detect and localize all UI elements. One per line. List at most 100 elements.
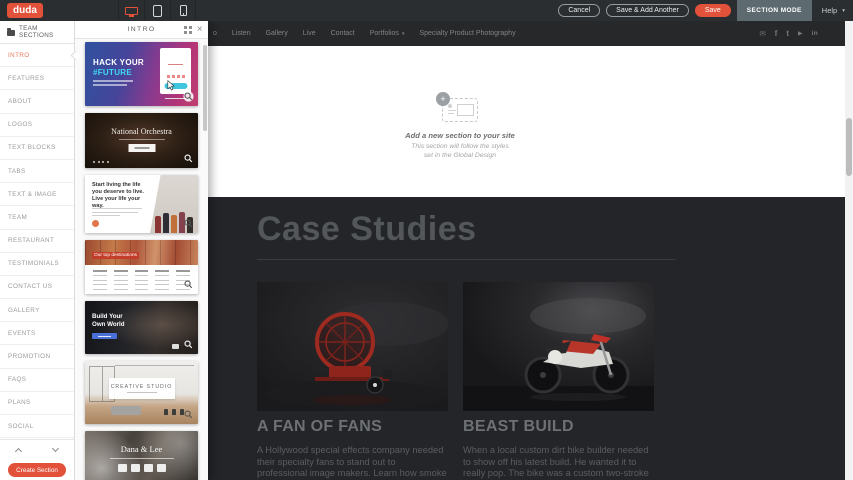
thumb-title: Dana & Lee [85, 444, 198, 454]
section-mode-badge: SECTION MODE [737, 0, 812, 21]
case-study-body: A Hollywood special effects company need… [257, 445, 448, 480]
sidebar-item-features[interactable]: FEATURES [0, 67, 74, 90]
case-studies-section: Case Studies [208, 197, 853, 480]
sidebar-item-restaurant[interactable]: RESTAURANT [0, 230, 74, 253]
text-placeholder [93, 80, 133, 82]
case-study-title: A FAN OF FANS [257, 418, 448, 436]
chevron-down-icon [52, 444, 59, 451]
desktop-view-button[interactable] [118, 0, 144, 21]
linkedin-icon[interactable]: in [812, 30, 818, 37]
nav-item-label: Portfolios [370, 30, 399, 37]
email-icon[interactable]: ✉ [759, 29, 765, 38]
sidebar-item-text-blocks[interactable]: TEXT BLOCKS [0, 137, 74, 160]
sidebar-pager [0, 439, 74, 459]
case-study-cards: A FAN OF FANS A Hollywood special effect… [257, 282, 853, 480]
sidebar-item-tabs[interactable]: TABS [0, 160, 74, 183]
sidebar-item-label: LOGOS [8, 121, 32, 128]
dirt-bike-photo [463, 282, 654, 411]
sidebar-item-plans[interactable]: PLANS [0, 392, 74, 415]
subtitle-placeholder [119, 139, 165, 140]
add-section-subtitle-line2: set in the Global Design [370, 152, 550, 161]
sidebar-item-text-image[interactable]: TEXT & IMAGE [0, 183, 74, 206]
sidebar-item-contact-us[interactable]: CONTACT US [0, 276, 74, 299]
save-add-another-button[interactable]: Save & Add Another [606, 4, 689, 17]
thumb-title: Build Your [92, 313, 123, 320]
sidebar-item-label: SOCIAL [8, 423, 34, 430]
nav-item-gallery[interactable]: Gallery [266, 30, 288, 37]
grid-view-icon[interactable] [184, 26, 192, 34]
sidebar-item-team[interactable]: TEAM [0, 206, 74, 229]
template-thumb-build-your-own-world[interactable]: Build Your Own World [85, 301, 198, 354]
add-section-title: Add a new section to your site [370, 131, 550, 140]
zoom-preview-icon[interactable] [183, 91, 194, 102]
add-section-placeholder[interactable]: + Add a new section to your site This se… [370, 98, 550, 160]
facebook-icon[interactable]: f [775, 29, 778, 38]
sidebar-item-testimonials[interactable]: TESTIMONIALS [0, 253, 74, 276]
sidebar-item-social[interactable]: SOCIAL [0, 415, 74, 438]
sketch-rect [457, 104, 474, 116]
sidebar-item-faqs[interactable]: FAQS [0, 369, 74, 392]
sidebar-header-label: TEAM SECTIONS [19, 25, 74, 39]
sidebar-item-label: INTRO [8, 52, 30, 59]
sidebar-header: TEAM SECTIONS [0, 21, 74, 44]
nav-item-contact[interactable]: Contact [331, 30, 355, 37]
zoom-preview-icon[interactable] [183, 409, 194, 420]
zoom-preview-icon[interactable] [183, 339, 194, 350]
section-heading: Case Studies [257, 210, 853, 249]
scroll-down-button[interactable] [37, 440, 74, 459]
site-preview: o Listen Gallery Live Contact Portfolios… [208, 21, 853, 480]
template-thumb-national-orchestra[interactable]: National Orchestra [85, 113, 198, 168]
tablet-icon [153, 5, 162, 17]
create-section-button[interactable]: Create Section [8, 463, 66, 477]
case-study-card-bike: BEAST BUILD When a local custom dirt bik… [463, 282, 654, 480]
help-menu[interactable]: Help ▾ [822, 6, 845, 15]
youtube-icon[interactable]: ▶ [798, 30, 803, 37]
zoom-preview-icon[interactable] [183, 218, 194, 229]
nav-item-listen[interactable]: Listen [232, 30, 251, 37]
countdown-boxes-sketch [118, 464, 166, 472]
mobile-icon [180, 5, 187, 16]
zoom-preview-icon[interactable] [183, 279, 194, 290]
sidebar-item-label: TEXT BLOCKS [8, 144, 56, 151]
close-icon[interactable]: × [197, 23, 204, 37]
sidebar-item-label: TESTIMONIALS [8, 260, 59, 267]
twitter-icon[interactable]: t [786, 29, 789, 38]
sidebar-item-label: PLANS [8, 399, 31, 406]
template-thumb-hack-your-future[interactable]: HACK YOUR #FUTURE [85, 42, 198, 106]
sidebar-item-logos[interactable]: LOGOS [0, 114, 74, 137]
desktop-icon [125, 7, 138, 15]
nav-item-portfolios[interactable]: Portfolios▾ [370, 30, 405, 37]
nav-item-partial[interactable]: o [213, 30, 217, 37]
nav-item-live[interactable]: Live [303, 30, 316, 37]
mouse-cursor-icon [167, 80, 176, 91]
sidebar-item-gallery[interactable]: GALLERY [0, 299, 74, 322]
sidebar-item-intro[interactable]: INTRO [0, 44, 74, 67]
mobile-view-button[interactable] [170, 0, 196, 21]
scroll-up-button[interactable] [0, 440, 37, 459]
sidebar-item-events[interactable]: EVENTS [0, 322, 74, 345]
save-button[interactable]: Save [695, 4, 731, 17]
zoom-preview-icon[interactable] [183, 153, 194, 164]
device-preview-switcher [118, 0, 196, 21]
sidebar-item-about[interactable]: ABOUT [0, 90, 74, 113]
slider-dots [93, 161, 109, 163]
nav-item-specialty-product-photography[interactable]: Specialty Product Photography [419, 30, 515, 37]
sidebar-item-promotion[interactable]: PROMOTION [0, 345, 74, 368]
duda-logo: duda [7, 3, 43, 18]
template-thumb-creative-studio[interactable]: CREATIVE STUDIO [85, 361, 198, 424]
sidebar-item-label: GALLERY [8, 307, 40, 314]
page-scrollbar-thumb[interactable] [846, 118, 852, 176]
panel-scrollbar[interactable] [203, 41, 207, 478]
page-scrollbar[interactable] [845, 21, 853, 480]
template-thumb-lifestyle[interactable]: Start living the life you deserve to liv… [85, 175, 198, 233]
sidebar-item-label: RESTAURANT [8, 237, 54, 244]
cancel-button[interactable]: Cancel [558, 4, 600, 17]
template-thumb-dana-and-lee[interactable]: Dana & Lee [85, 431, 198, 480]
topbar-actions: Cancel Save & Add Another Save SECTION M… [558, 0, 849, 21]
cta-circle-sketch [92, 220, 99, 227]
sidebar-item-label: TEAM [8, 214, 27, 221]
case-study-body: When a local custom dirt bike builder ne… [463, 445, 654, 480]
panel-scrollbar-thumb[interactable] [203, 45, 207, 131]
tablet-view-button[interactable] [144, 0, 170, 21]
template-thumb-destinations[interactable]: Our top destinations [85, 240, 198, 294]
